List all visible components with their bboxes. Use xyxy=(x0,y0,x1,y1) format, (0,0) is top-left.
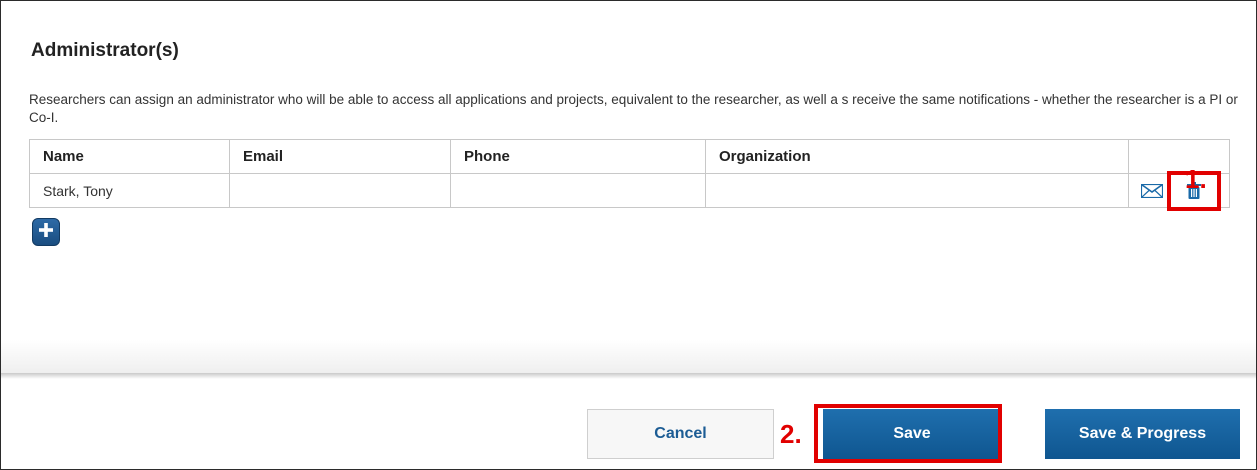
save-and-progress-button[interactable]: Save & Progress xyxy=(1045,409,1240,459)
step-1-highlight xyxy=(1167,171,1221,211)
section-description: Researchers can assign an administrator … xyxy=(29,92,1238,125)
column-header-organization[interactable]: Organization xyxy=(705,139,1129,174)
add-administrator-button[interactable] xyxy=(32,218,60,246)
administrators-table: Name Email Phone Organization Stark, Ton… xyxy=(29,139,1230,208)
step-2-highlight xyxy=(814,404,1002,463)
cell-phone xyxy=(450,173,706,208)
footer-band xyxy=(1,340,1256,373)
column-header-name[interactable]: Name xyxy=(29,139,230,174)
table-row: Stark, Tony xyxy=(29,173,1230,208)
page-frame xyxy=(0,0,1257,470)
column-header-email[interactable]: Email xyxy=(229,139,451,174)
plus-icon xyxy=(39,222,53,242)
cell-email xyxy=(229,173,451,208)
mail-icon[interactable] xyxy=(1140,183,1164,201)
step-2-label: 2. xyxy=(780,419,802,449)
column-header-actions xyxy=(1128,139,1230,174)
column-header-phone[interactable]: Phone xyxy=(450,139,706,174)
cancel-button[interactable]: Cancel xyxy=(587,409,774,459)
cell-organization xyxy=(705,173,1129,208)
section-title: Administrator(s) xyxy=(31,40,179,61)
footer-shadow xyxy=(1,373,1256,379)
table-header-row: Name Email Phone Organization xyxy=(29,139,1230,174)
cell-name: Stark, Tony xyxy=(29,173,230,208)
